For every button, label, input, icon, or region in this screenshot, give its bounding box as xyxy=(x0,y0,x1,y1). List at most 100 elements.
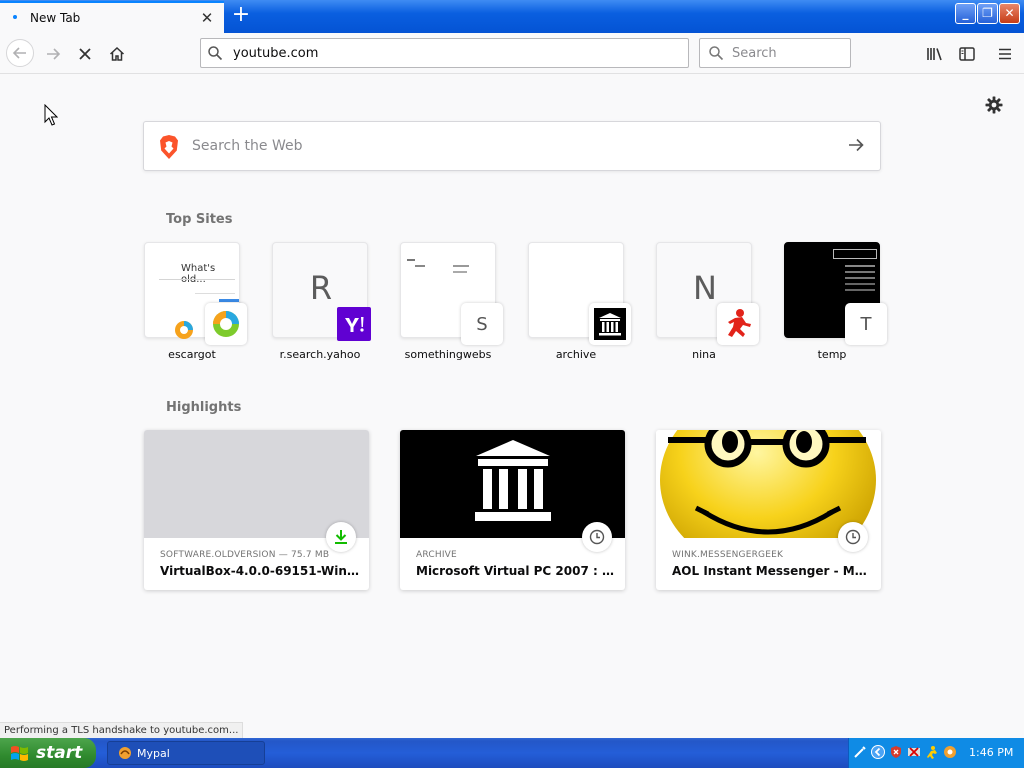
site-letter: N xyxy=(693,269,717,307)
search-icon xyxy=(709,46,724,61)
clock-icon xyxy=(845,529,861,545)
top-site-nina[interactable]: N nina xyxy=(656,242,759,361)
highlight-card-archive[interactable]: ARCHIVE Microsoft Virtual PC 2007 : Micr… xyxy=(400,430,625,590)
top-site-thumbnail: R xyxy=(272,242,371,341)
forward-arrow-icon xyxy=(47,48,61,60)
aim-tray-icon[interactable] xyxy=(925,745,939,759)
page-settings-button[interactable] xyxy=(984,95,1004,119)
title-bar: New Tab ✕ + _ ❐ ✕ xyxy=(0,0,1024,33)
network-tool-icon[interactable] xyxy=(853,745,867,759)
highlight-badge xyxy=(838,522,868,552)
archive-building-icon xyxy=(475,440,551,521)
web-search-box[interactable]: Search the Web xyxy=(143,121,881,171)
url-bar[interactable]: youtube.com xyxy=(200,38,689,68)
top-site-label: archive xyxy=(555,348,597,361)
mypal-app-icon xyxy=(119,747,131,759)
start-button[interactable]: start xyxy=(0,738,96,768)
mypal-tray-icon[interactable] xyxy=(943,745,957,759)
highlight-source: SOFTWARE.OLDVERSION — 75.7 MB xyxy=(160,550,330,560)
windows-logo-icon xyxy=(11,746,28,761)
escargot-preview-text: What's old... xyxy=(181,263,216,285)
site-badge: T xyxy=(845,303,887,345)
highlight-badge xyxy=(326,522,356,552)
restore-button[interactable]: ❐ xyxy=(977,3,998,24)
site-badge-letter: S xyxy=(476,313,488,335)
site-letter: R xyxy=(309,269,333,307)
top-site-thumbnail xyxy=(528,242,631,345)
highlight-title: Microsoft Virtual PC 2007 : Micr... xyxy=(416,564,616,578)
arrow-right-icon[interactable] xyxy=(846,135,866,155)
back-button[interactable] xyxy=(6,39,34,67)
browser-logo-icon xyxy=(175,321,193,339)
site-badge xyxy=(333,303,375,345)
stop-button[interactable] xyxy=(72,41,98,67)
tab-title: New Tab xyxy=(30,11,81,25)
escargot-logo-icon xyxy=(213,311,239,337)
top-site-yahoo[interactable]: R r.search.yahoo xyxy=(272,242,371,361)
site-badge: S xyxy=(461,303,503,345)
taskbar: start Mypal 1:46 PM xyxy=(0,738,1024,768)
highlight-source: ARCHIVE xyxy=(416,550,457,560)
top-site-label: r.search.yahoo xyxy=(279,348,361,361)
top-site-label: somethingwebs xyxy=(404,348,492,361)
security-shield-icon[interactable] xyxy=(889,745,903,759)
tab-close-icon[interactable]: ✕ xyxy=(198,9,216,27)
highlight-card-aim[interactable]: WINK.MESSENGERGEEK AOL Instant Messenger… xyxy=(656,430,881,590)
tab-loading-indicator xyxy=(13,15,17,19)
network-warning-icon[interactable] xyxy=(907,745,921,759)
highlight-badge xyxy=(582,522,612,552)
forward-button[interactable] xyxy=(40,41,66,67)
close-window-button[interactable]: ✕ xyxy=(999,3,1020,24)
archive-icon xyxy=(594,308,626,340)
nav-toolbar: youtube.com Search xyxy=(0,33,1024,74)
highlights-heading: Highlights xyxy=(166,400,242,415)
highlight-source: WINK.MESSENGERGEEK xyxy=(672,550,784,560)
gear-icon xyxy=(985,96,1003,114)
start-label: start xyxy=(36,743,83,763)
top-site-label: temp xyxy=(817,348,847,361)
top-site-thumbnail: What's old... xyxy=(144,242,247,345)
stop-icon xyxy=(79,48,91,60)
top-site-temp[interactable]: T temp xyxy=(784,242,887,361)
site-badge-letter: T xyxy=(860,313,872,335)
home-button[interactable] xyxy=(104,41,130,67)
top-sites-heading: Top Sites xyxy=(166,212,233,227)
brave-lion-icon xyxy=(160,135,178,159)
back-arrow-icon xyxy=(12,47,26,59)
top-site-somethingwebs[interactable]: S somethingwebs xyxy=(400,242,503,361)
top-site-thumbnail: T xyxy=(784,242,887,345)
top-site-thumbnail: N xyxy=(656,242,759,345)
taskbar-item-mypal[interactable]: Mypal xyxy=(107,741,265,765)
tab-new-tab[interactable]: New Tab ✕ xyxy=(0,1,224,33)
top-site-thumbnail: S xyxy=(400,242,503,345)
taskbar-item-label: Mypal xyxy=(137,746,170,760)
tray-arrow-icon[interactable] xyxy=(871,745,885,759)
system-tray: 1:46 PM xyxy=(848,738,1024,768)
clock: 1:46 PM xyxy=(969,746,1014,759)
library-icon xyxy=(927,48,942,61)
sidebar-icon xyxy=(959,47,975,61)
highlight-card-virtualbox[interactable]: SOFTWARE.OLDVERSION — 75.7 MB VirtualBox… xyxy=(144,430,369,590)
menu-button[interactable] xyxy=(992,41,1018,67)
search-icon xyxy=(208,46,223,61)
site-badge xyxy=(717,303,759,345)
aim-running-man-icon xyxy=(728,309,751,337)
top-site-label: nina xyxy=(692,348,716,361)
site-badge xyxy=(205,303,247,345)
home-icon xyxy=(109,46,125,61)
download-icon xyxy=(335,530,347,544)
search-input[interactable]: Search xyxy=(732,46,777,61)
url-input[interactable]: youtube.com xyxy=(233,46,318,61)
search-bar[interactable]: Search xyxy=(699,38,851,68)
sidebar-button[interactable] xyxy=(954,41,980,67)
yahoo-icon xyxy=(337,307,371,341)
library-button[interactable] xyxy=(922,41,948,67)
web-search-input[interactable]: Search the Web xyxy=(192,138,303,154)
top-site-archive[interactable]: archive xyxy=(528,242,631,361)
status-text: Performing a TLS handshake to youtube.co… xyxy=(0,722,244,738)
hamburger-menu-icon xyxy=(999,48,1011,60)
minimize-button[interactable]: _ xyxy=(955,3,976,24)
highlight-title: AOL Instant Messenger - Mess... xyxy=(672,564,872,578)
new-tab-button[interactable]: + xyxy=(229,4,253,28)
top-site-escargot[interactable]: What's old... escargot xyxy=(144,242,247,361)
